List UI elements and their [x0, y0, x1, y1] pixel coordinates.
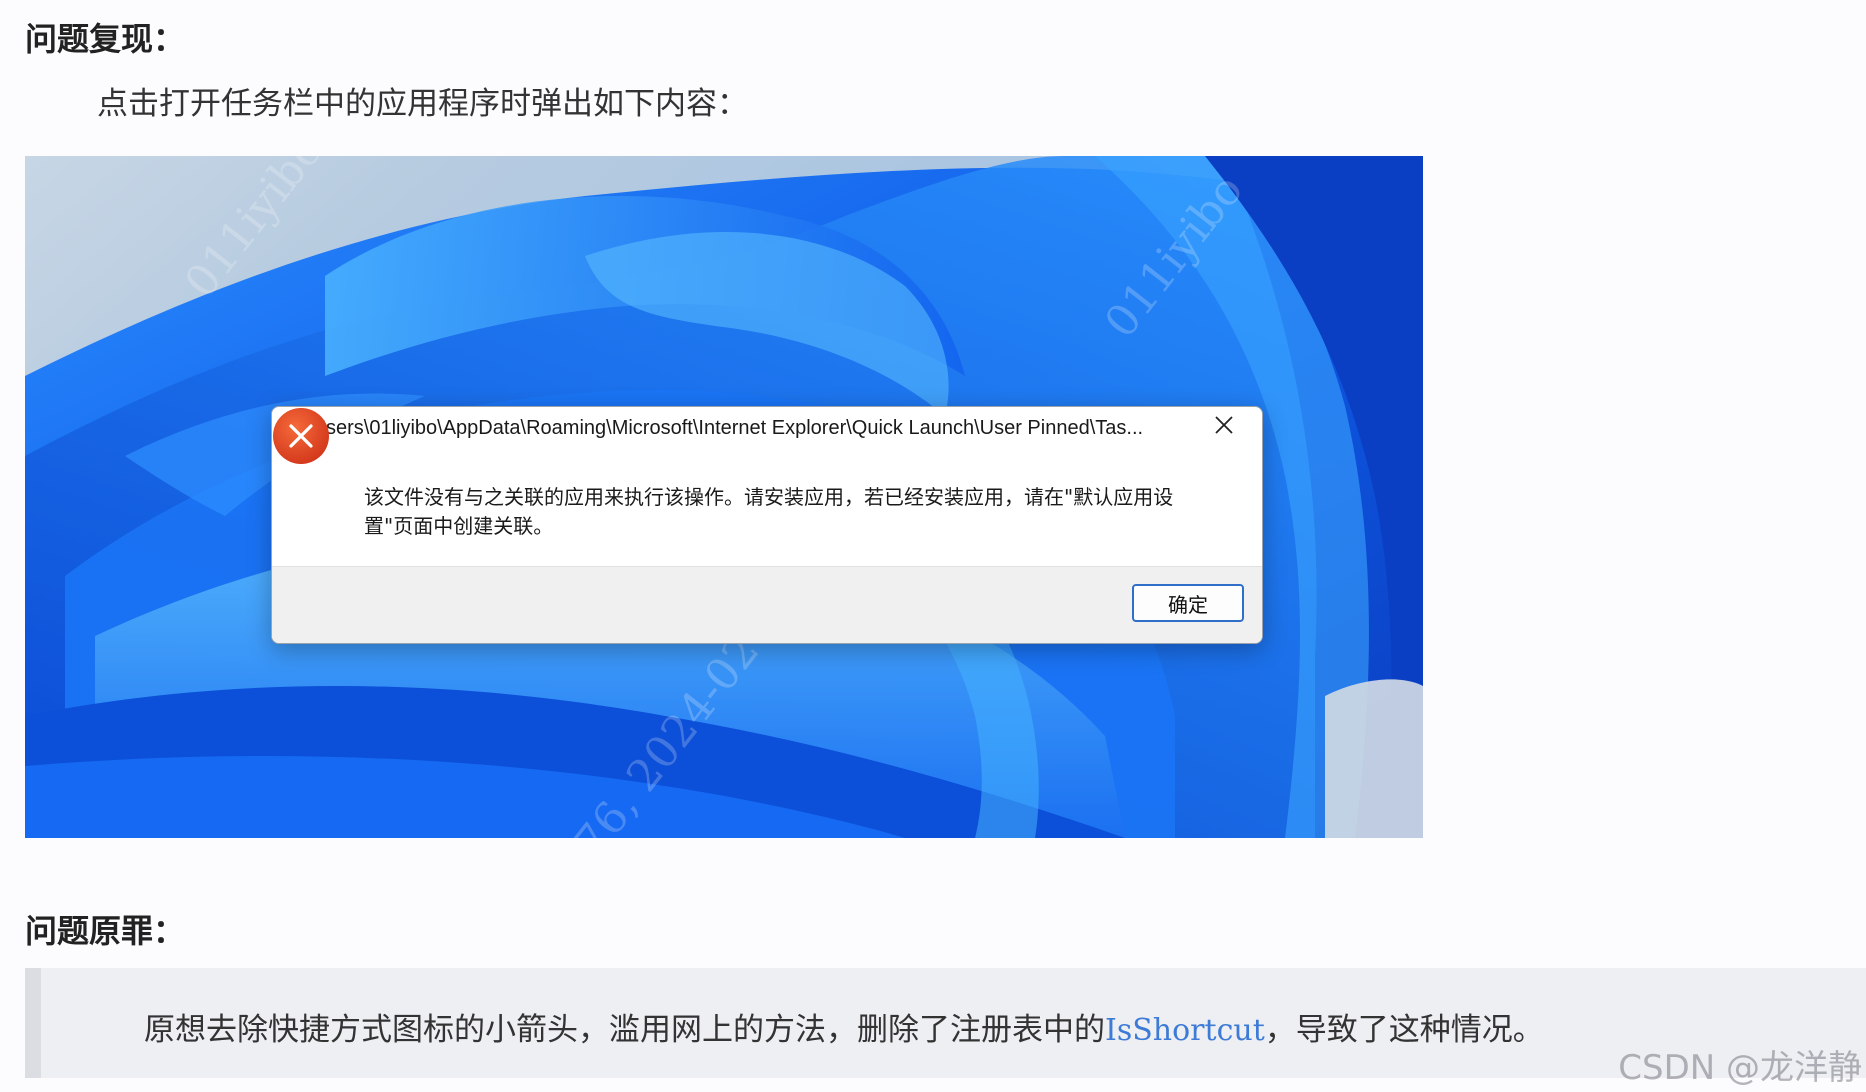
- error-dialog: C:\Users\01liyibo\AppData\Roaming\Micros…: [271, 406, 1263, 644]
- screenshot-image: 011iyibo 011iyibo 76, 2024-02-02 C:\User…: [25, 156, 1423, 838]
- dialog-footer: 确定: [272, 566, 1262, 643]
- article-page: 问题复现： 点击打开任务栏中的应用程序时弹出如下内容： 011iyibo 011…: [0, 0, 1866, 1092]
- dialog-message-line: 置"页面中创建关联。: [364, 514, 554, 538]
- dialog-message-line: 该文件没有与之关联的应用来执行该操作。请安装应用，若已经安装应用，请在"默认应用…: [364, 485, 1174, 509]
- intro-paragraph: 点击打开任务栏中的应用程序时弹出如下内容：: [97, 86, 748, 122]
- error-x-icon: [273, 408, 329, 464]
- cause-text-before: 原想去除快捷方式图标的小箭头，滥用网上的方法，删除了注册表中的: [144, 1012, 1105, 1048]
- cause-paragraph: 原想去除快捷方式图标的小箭头，滥用网上的方法，删除了注册表中的IsShortcu…: [144, 1004, 1544, 1049]
- section-heading-cause: 问题原罪：: [25, 912, 186, 950]
- inline-code: IsShortcut: [1105, 1013, 1265, 1048]
- close-button[interactable]: [1214, 415, 1248, 445]
- section-heading-issue: 问题复现：: [25, 20, 186, 58]
- close-icon: [1215, 416, 1233, 434]
- cause-text-after: ，导致了这种情况。: [1264, 1012, 1544, 1048]
- csdn-watermark: CSDN @龙洋静: [1618, 1048, 1862, 1088]
- dialog-title: C:\Users\01liyibo\AppData\Roaming\Micros…: [286, 417, 1144, 439]
- dialog-message: 该文件没有与之关联的应用来执行该操作。请安装应用，若已经安装应用，请在"默认应用…: [364, 483, 1224, 541]
- ok-button[interactable]: 确定: [1132, 584, 1244, 622]
